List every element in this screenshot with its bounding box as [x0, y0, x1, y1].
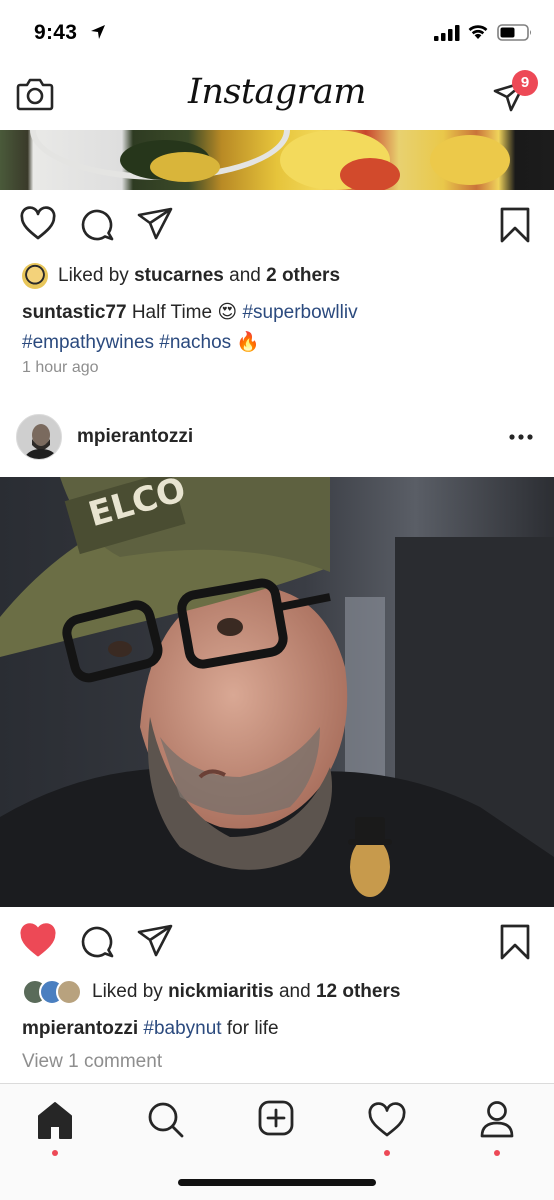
status-time: 9:43 [34, 21, 78, 44]
post1-caption: suntastic77 Half Time 😍 #superbowlliv #e… [22, 298, 542, 358]
post1-action-row [0, 196, 554, 256]
home-indicator[interactable] [178, 1179, 376, 1186]
search-icon [148, 1102, 184, 1138]
post-username[interactable]: mpierantozzi [77, 426, 193, 448]
bookmark-icon[interactable] [497, 206, 533, 244]
caption-username[interactable]: mpierantozzi [22, 1018, 138, 1039]
liked-by-user[interactable]: stucarnes [134, 265, 224, 286]
post2-likes[interactable]: Liked by nickmiaritis and 12 others [22, 979, 400, 1005]
liker-avatar [56, 979, 82, 1005]
heart-icon [368, 1102, 406, 1137]
hashtag[interactable]: #superbowlliv [242, 302, 357, 323]
selfie-image: ELCO [0, 477, 554, 907]
post1-likes[interactable]: Liked by stucarnes and 2 others [22, 263, 340, 289]
comment-icon[interactable] [78, 923, 116, 961]
app-header: Instagram 9 [0, 62, 554, 130]
food-blob [430, 135, 510, 185]
dm-badge: 9 [512, 70, 538, 96]
avatar[interactable] [16, 414, 62, 460]
battery-icon [497, 24, 531, 41]
bookmark-icon[interactable] [497, 923, 533, 961]
caption-emoji: 😍 [217, 302, 238, 323]
caption-emoji: 🔥 [236, 332, 261, 353]
tab-home[interactable] [30, 1098, 80, 1156]
profile-icon [480, 1101, 514, 1138]
caption-text: for life [226, 1018, 279, 1039]
location-arrow-icon [91, 25, 105, 39]
more-options-icon[interactable] [509, 434, 533, 440]
direct-messages-button[interactable]: 9 [492, 70, 538, 118]
post2-caption: mpierantozzi #babynut for life [22, 1014, 542, 1044]
heart-icon[interactable] [19, 206, 57, 242]
liker-avatars [22, 979, 82, 1005]
add-post-icon [258, 1100, 294, 1136]
share-icon[interactable] [136, 923, 174, 959]
liked-by-and: and [278, 981, 311, 1002]
wifi-icon [468, 25, 488, 39]
liked-by-others[interactable]: 2 others [266, 265, 340, 286]
post1-timestamp: 1 hour ago [22, 359, 99, 376]
liked-by-user[interactable]: nickmiaritis [168, 981, 274, 1002]
tab-new-post[interactable] [251, 1098, 301, 1148]
food-blob [150, 152, 220, 182]
hashtag[interactable]: #babynut [143, 1018, 221, 1039]
caption-username[interactable]: suntastic77 [22, 302, 127, 323]
post2-header: mpierantozzi [0, 410, 554, 466]
home-icon [38, 1102, 72, 1139]
tab-notification-dot [384, 1150, 390, 1156]
liked-by-prefix: Liked by [58, 265, 129, 286]
post2-action-row [0, 913, 554, 973]
liked-by-prefix: Liked by [92, 981, 163, 1002]
tab-search[interactable] [140, 1098, 190, 1148]
post-photo-nachos[interactable] [0, 130, 554, 190]
liked-by-and: and [229, 265, 261, 286]
food-blob [340, 158, 400, 190]
heart-filled-icon[interactable] [19, 923, 57, 959]
comment-icon[interactable] [78, 206, 116, 244]
tab-notification-dot [52, 1150, 58, 1156]
share-icon[interactable] [136, 206, 174, 242]
liker-avatar [22, 263, 48, 289]
status-bar: 9:43 [0, 0, 554, 62]
tab-activity[interactable] [362, 1098, 412, 1156]
caption-text: Half Time [131, 302, 213, 323]
hashtag[interactable]: #empathywines #nachos [22, 332, 231, 353]
view-comments-link[interactable]: View 1 comment [22, 1051, 162, 1073]
avatar-image [17, 415, 61, 459]
cellular-signal-icon [434, 25, 460, 41]
instagram-logo: Instagram [188, 72, 366, 112]
liked-by-others[interactable]: 12 others [316, 981, 400, 1002]
tab-profile[interactable] [472, 1098, 522, 1156]
tab-notification-dot [494, 1150, 500, 1156]
post-photo-selfie[interactable]: ELCO [0, 477, 554, 907]
